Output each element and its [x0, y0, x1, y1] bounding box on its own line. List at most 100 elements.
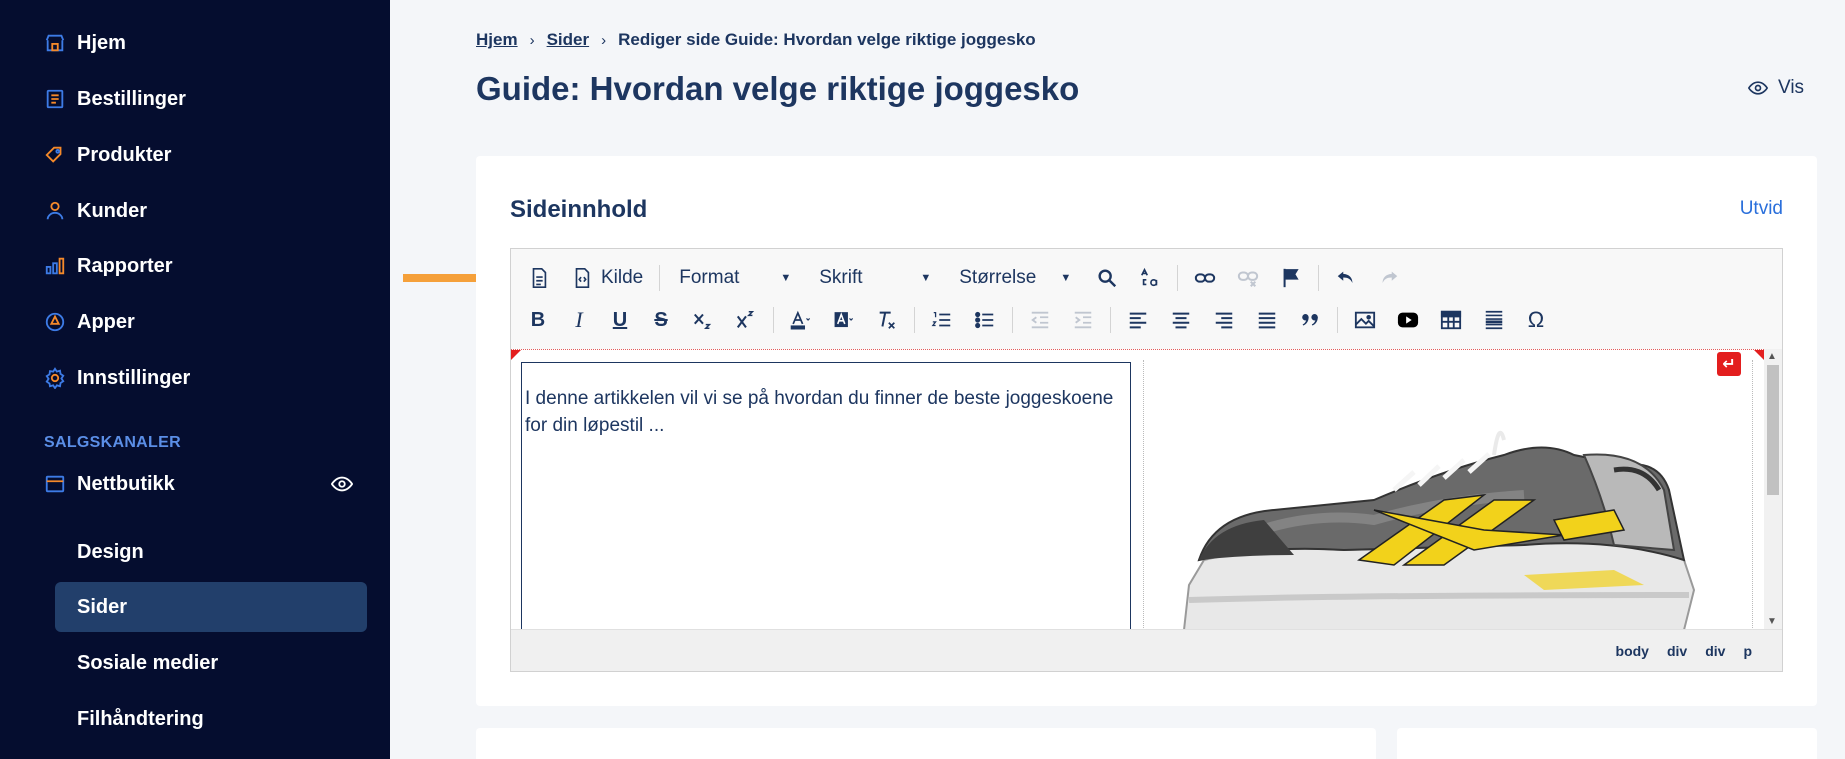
- scroll-down-icon[interactable]: ▼: [1767, 616, 1777, 627]
- justify-button[interactable]: [1251, 305, 1283, 335]
- redo-button[interactable]: [1373, 263, 1405, 293]
- sidebar-item-kunder[interactable]: Kunder: [44, 197, 147, 225]
- content-image-block[interactable]: [1143, 360, 1753, 629]
- editor-statusbar: body div div p: [511, 629, 1782, 671]
- youtube-button[interactable]: [1392, 305, 1424, 335]
- expand-link[interactable]: Utvid: [1740, 198, 1783, 220]
- find-button[interactable]: [1091, 263, 1123, 293]
- sidebar-sub-sider[interactable]: Sider: [55, 582, 367, 632]
- horizontal-rule-icon: [1485, 310, 1503, 330]
- table-icon: [1440, 310, 1462, 330]
- path-item[interactable]: body: [1616, 643, 1649, 659]
- content-text-block[interactable]: I denne artikkelen vil vi se på hvordan …: [521, 362, 1131, 629]
- sidebar-item-label: Bestillinger: [77, 87, 186, 110]
- view-button[interactable]: Vis: [1748, 77, 1804, 99]
- editor-toolbar: Kilde Format ▼ Skrift ▼ Størrelse ▼ B I …: [511, 249, 1782, 349]
- content-paragraph[interactable]: I denne artikkelen vil vi se på hvordan …: [525, 385, 1126, 439]
- breadcrumb: Hjem › Sider › Rediger side Guide: Hvord…: [476, 30, 1036, 50]
- sidebar-item-rapporter[interactable]: Rapporter: [44, 252, 173, 280]
- lower-card-left: [476, 728, 1376, 759]
- table-button[interactable]: [1435, 305, 1467, 335]
- unlink-button[interactable]: [1232, 263, 1264, 293]
- text-color-button[interactable]: [785, 305, 817, 335]
- bulleted-list-button[interactable]: [969, 305, 1001, 335]
- remove-format-button[interactable]: [871, 305, 903, 335]
- superscript-button[interactable]: [730, 305, 762, 335]
- scroll-up-icon[interactable]: ▲: [1767, 351, 1777, 362]
- sidebar-sub-design[interactable]: Design: [55, 527, 367, 577]
- align-right-icon: [1215, 312, 1233, 329]
- subscript-icon: [694, 313, 712, 329]
- source-button[interactable]: Kilde: [566, 263, 648, 293]
- font-dropdown[interactable]: Skrift ▼: [811, 263, 939, 293]
- toolbar-separator: [914, 307, 915, 333]
- background-color-button[interactable]: [828, 305, 860, 335]
- link-icon: [1195, 273, 1216, 283]
- unlink-icon: [1238, 271, 1259, 287]
- view-label: Vis: [1778, 77, 1805, 98]
- quote-icon: [1302, 314, 1318, 326]
- size-dropdown[interactable]: Størrelse ▼: [951, 263, 1079, 293]
- image-button[interactable]: [1349, 305, 1381, 335]
- align-center-button[interactable]: [1165, 305, 1197, 335]
- increase-indent-button[interactable]: [1067, 305, 1099, 335]
- sidebar-item-innstillinger[interactable]: Innstillinger: [44, 364, 190, 392]
- sidebar-item-nettbutikk[interactable]: Nettbutikk: [44, 470, 175, 498]
- numbered-list-button[interactable]: [926, 305, 958, 335]
- sidebar-item-apper[interactable]: Apper: [44, 308, 135, 336]
- document-button[interactable]: [523, 263, 555, 293]
- editor-scrollbar[interactable]: ▲ ▼: [1764, 349, 1782, 629]
- justify-icon: [1258, 312, 1276, 329]
- blockquote-button[interactable]: [1294, 305, 1326, 335]
- scroll-thumb[interactable]: [1767, 365, 1779, 495]
- decrease-indent-button[interactable]: [1024, 305, 1056, 335]
- size-label: Størrelse: [959, 267, 1037, 288]
- breadcrumb-home-link[interactable]: Hjem: [476, 30, 518, 50]
- subscript-button[interactable]: [687, 305, 719, 335]
- path-item[interactable]: div: [1705, 643, 1725, 659]
- omega-icon: Ω: [1527, 307, 1545, 332]
- anchor-button[interactable]: [1275, 263, 1307, 293]
- format-dropdown[interactable]: Format ▼: [671, 263, 799, 293]
- redo-icon: [1382, 271, 1398, 284]
- card-title: Sideinnhold: [510, 196, 648, 223]
- path-item[interactable]: div: [1667, 643, 1687, 659]
- horizontal-rule-button[interactable]: [1478, 305, 1510, 335]
- align-left-button[interactable]: [1122, 305, 1154, 335]
- link-button[interactable]: [1189, 263, 1221, 293]
- align-center-icon: [1172, 312, 1190, 329]
- numbered-list-icon: [931, 312, 951, 327]
- editor-content-area[interactable]: ↵ I denne artikkelen vil vi se på hvorda…: [511, 349, 1764, 629]
- bold-button[interactable]: B: [523, 305, 553, 335]
- toolbar-separator: [1318, 265, 1320, 291]
- special-character-button[interactable]: Ω: [1521, 305, 1551, 335]
- image-icon: [1354, 311, 1376, 329]
- underline-button[interactable]: U: [605, 305, 635, 335]
- sidebar-item-label: Kunder: [77, 199, 147, 222]
- apps-icon: [44, 311, 66, 333]
- sidebar-item-produkter[interactable]: Produkter: [44, 141, 171, 169]
- replace-icon: [1141, 267, 1158, 287]
- chevron-right-icon: ›: [529, 31, 535, 49]
- sidebar-item-label: Hjem: [77, 31, 126, 54]
- strikethrough-button[interactable]: S: [646, 305, 676, 335]
- eye-icon[interactable]: [331, 473, 353, 495]
- path-item[interactable]: p: [1743, 643, 1752, 659]
- document-icon: [532, 268, 547, 288]
- source-code-icon: [575, 268, 590, 288]
- sidebar-sub-sosiale-medier[interactable]: Sosiale medier: [55, 638, 367, 688]
- sidebar-sub-filhandtering[interactable]: Filhåndtering: [55, 694, 367, 744]
- breadcrumb-pages-link[interactable]: Sider: [547, 30, 590, 50]
- align-right-button[interactable]: [1208, 305, 1240, 335]
- format-label: Format: [679, 267, 740, 288]
- sidebar-item-bestillinger[interactable]: Bestillinger: [44, 85, 186, 113]
- toolbar-separator: [659, 265, 661, 291]
- sidebar: Hjem Bestillinger Produkter Kunder Rappo…: [0, 0, 390, 759]
- toolbar-row-2: B I U S Ω: [523, 303, 1562, 337]
- replace-button[interactable]: [1134, 263, 1166, 293]
- sidebar-item-hjem[interactable]: Hjem: [44, 29, 126, 57]
- italic-button[interactable]: I: [564, 305, 594, 335]
- undo-button[interactable]: [1330, 263, 1362, 293]
- sidebar-item-label: Nettbutikk: [77, 472, 175, 495]
- text-color-icon: [790, 310, 811, 330]
